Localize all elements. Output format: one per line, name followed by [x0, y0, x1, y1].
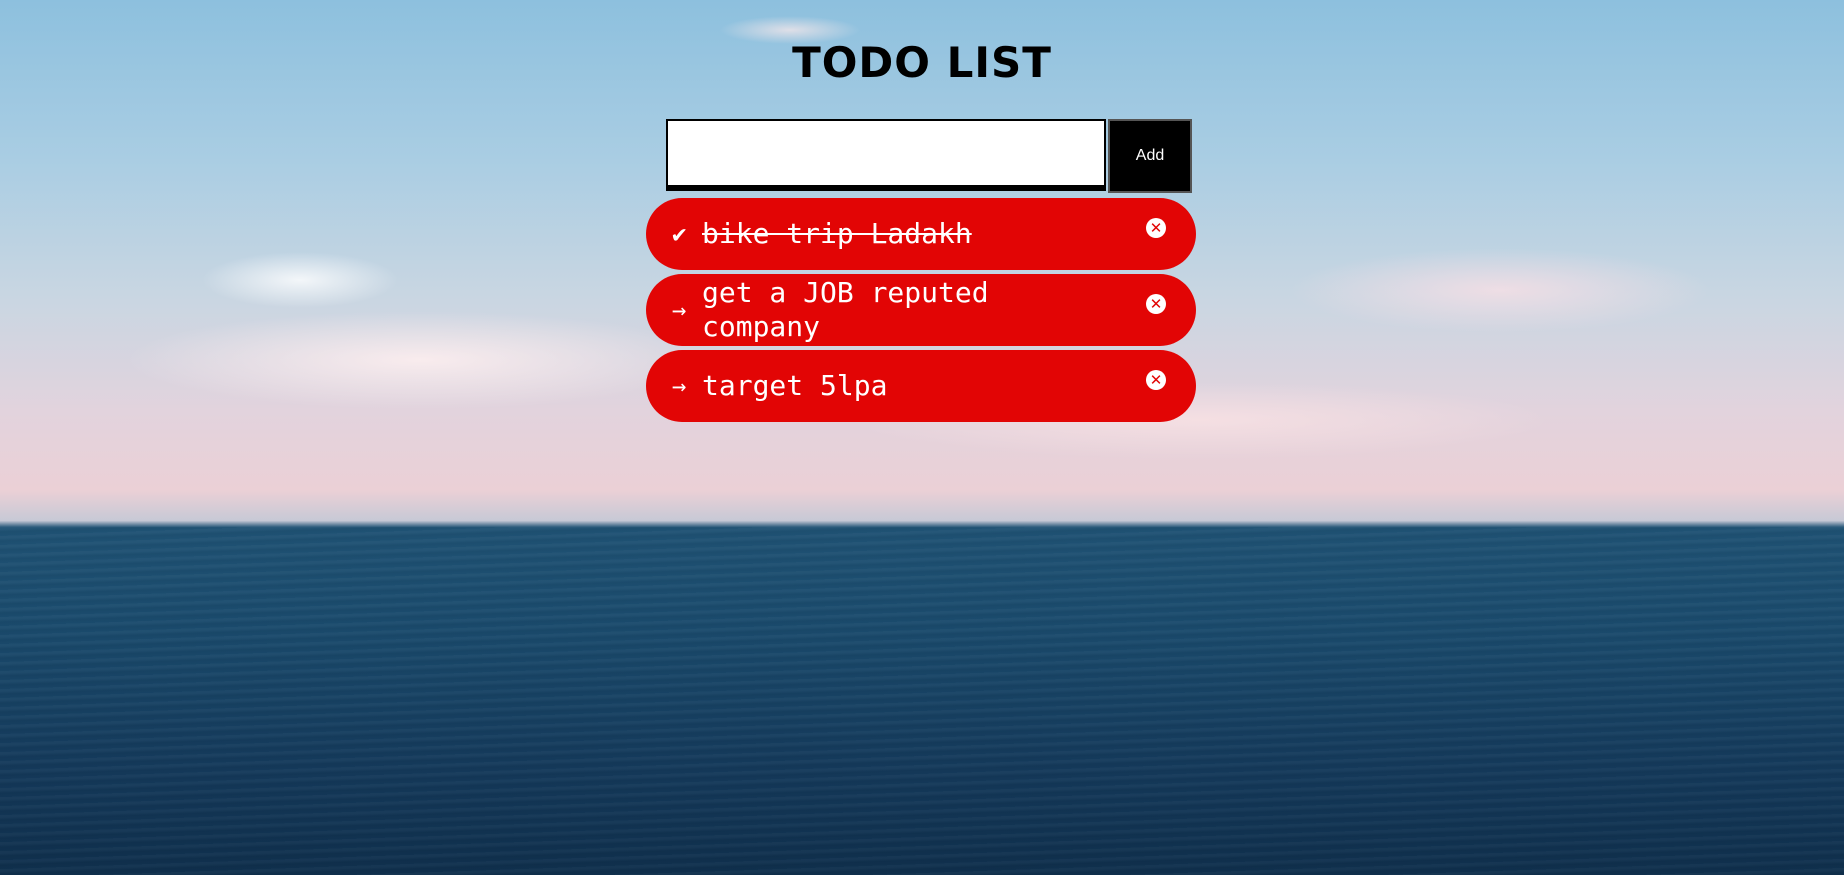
todo-text: target 5lpa — [702, 369, 888, 402]
arrow-right-icon: → — [672, 372, 687, 400]
task-input[interactable] — [666, 119, 1106, 191]
todo-item[interactable]: ✔ bike trip Ladakh ✕ — [646, 198, 1196, 270]
delete-icon[interactable]: ✕ — [1146, 218, 1166, 238]
arrow-right-icon: → — [672, 296, 687, 324]
todo-app: TODO LIST Add ✔ bike trip Ladakh ✕ → get… — [0, 0, 1844, 875]
todo-item[interactable]: → get a JOB reputed company ✕ — [646, 274, 1196, 346]
add-task-form: Add — [666, 119, 1192, 193]
check-icon: ✔ — [672, 220, 687, 248]
todo-list: ✔ bike trip Ladakh ✕ → get a JOB reputed… — [646, 198, 1196, 426]
delete-icon[interactable]: ✕ — [1146, 370, 1166, 390]
todo-item[interactable]: → target 5lpa ✕ — [646, 350, 1196, 422]
add-button[interactable]: Add — [1108, 119, 1192, 193]
todo-text: bike trip Ladakh — [702, 217, 972, 250]
todo-text: get a JOB reputed company — [702, 276, 989, 343]
page-title: TODO LIST — [792, 38, 1052, 87]
delete-icon[interactable]: ✕ — [1146, 294, 1166, 314]
